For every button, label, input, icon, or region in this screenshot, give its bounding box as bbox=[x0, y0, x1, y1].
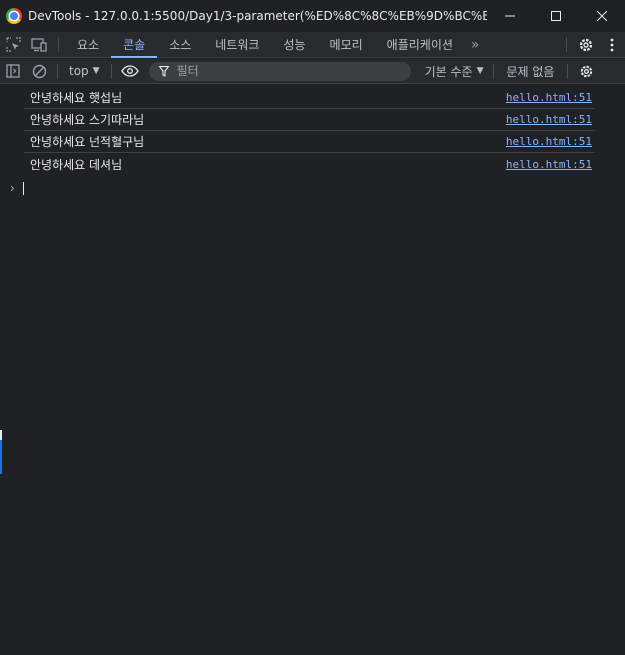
show-sidebar-button[interactable] bbox=[0, 59, 26, 84]
filter-input[interactable] bbox=[176, 64, 397, 78]
source-link[interactable]: hello.html:51 bbox=[506, 158, 595, 171]
filter-icon bbox=[158, 65, 169, 77]
toolbar-divider bbox=[110, 63, 112, 79]
tab-network[interactable]: 네트워크 bbox=[203, 32, 271, 57]
console-message: 안녕하세요 넌적혈구님 hello.html:51 bbox=[24, 131, 595, 153]
console-toolbar: top ▼ 기본 수준 ▼ 문제 없음 bbox=[0, 59, 625, 84]
tab-memory[interactable]: 메모리 bbox=[318, 32, 375, 57]
tab-performance[interactable]: 성능 bbox=[271, 32, 317, 57]
chrome-logo-icon bbox=[6, 8, 22, 24]
sidebar-toggle-icon bbox=[6, 64, 20, 78]
toolbar-divider bbox=[567, 63, 569, 79]
issues-counter[interactable]: 문제 없음 bbox=[499, 63, 563, 80]
log-levels-dropdown[interactable]: 기본 수준 ▼ bbox=[421, 63, 488, 80]
window-controls bbox=[487, 0, 625, 32]
devtools-tab-bar: 요소 콘솔 소스 네트워크 성능 메모리 애플리케이션 » bbox=[0, 32, 625, 58]
block-icon bbox=[32, 64, 46, 78]
console-message: 안녕하세요 데셔님 hello.html:51 bbox=[24, 153, 595, 175]
context-selector[interactable]: top ▼ bbox=[63, 64, 106, 78]
title-bar: DevTools - 127.0.0.1:5500/Day1/3-paramet… bbox=[0, 0, 625, 32]
live-expression-button[interactable] bbox=[117, 59, 143, 84]
console-messages: 안녕하세요 햇섭님 hello.html:51 안녕하세요 스기따라님 hell… bbox=[0, 87, 625, 175]
log-levels-label: 기본 수준 bbox=[424, 64, 473, 79]
device-toolbar-button[interactable] bbox=[26, 32, 52, 57]
double-chevron-right-icon: » bbox=[470, 36, 480, 53]
console-message: 안녕하세요 햇섭님 hello.html:51 bbox=[24, 87, 595, 109]
more-tabs-button[interactable]: » bbox=[465, 32, 486, 57]
eye-icon bbox=[120, 65, 139, 77]
caret-down-icon: ▼ bbox=[92, 66, 100, 76]
settings-button[interactable] bbox=[573, 32, 599, 57]
source-link[interactable]: hello.html:51 bbox=[506, 113, 595, 126]
console-settings-button[interactable] bbox=[573, 59, 599, 84]
message-text: 안녕하세요 햇섭님 bbox=[30, 91, 123, 105]
gear-icon bbox=[580, 65, 593, 77]
close-icon bbox=[597, 11, 607, 21]
gear-icon bbox=[579, 38, 593, 51]
toolbar-divider bbox=[58, 37, 59, 52]
console-message: 안녕하세요 스기따라님 hello.html:51 bbox=[24, 109, 595, 131]
inspect-icon bbox=[5, 37, 21, 52]
inspect-element-button[interactable] bbox=[0, 32, 26, 57]
tab-sources[interactable]: 소스 bbox=[157, 32, 203, 57]
close-button[interactable] bbox=[579, 0, 625, 32]
kebab-menu-icon bbox=[610, 38, 614, 51]
filter-box bbox=[148, 61, 411, 81]
maximize-button[interactable] bbox=[533, 0, 579, 32]
device-toggle-icon bbox=[31, 37, 47, 52]
message-text: 안녕하세요 넌적혈구님 bbox=[30, 135, 145, 149]
caret-down-icon: ▼ bbox=[476, 66, 484, 76]
tab-elements[interactable]: 요소 bbox=[65, 32, 111, 57]
minimize-button[interactable] bbox=[487, 0, 533, 32]
source-link[interactable]: hello.html:51 bbox=[506, 91, 595, 104]
customize-menu-button[interactable] bbox=[599, 32, 625, 57]
toolbar-divider bbox=[57, 63, 58, 79]
tab-console[interactable]: 콘솔 bbox=[111, 32, 158, 58]
maximize-icon bbox=[551, 11, 561, 21]
toolbar-divider bbox=[566, 37, 567, 52]
tab-application[interactable]: 애플리케이션 bbox=[375, 32, 465, 57]
text-caret bbox=[22, 181, 24, 195]
message-text: 안녕하세요 스기따라님 bbox=[30, 113, 145, 127]
clear-console-button[interactable] bbox=[26, 59, 52, 84]
window-title: DevTools - 127.0.0.1:5500/Day1/3-paramet… bbox=[28, 9, 487, 23]
prompt-chevron-icon: › bbox=[10, 181, 15, 195]
minimize-icon bbox=[505, 15, 515, 17]
context-value: top bbox=[69, 64, 89, 78]
message-text: 안녕하세요 데셔님 bbox=[30, 157, 123, 172]
source-link[interactable]: hello.html:51 bbox=[506, 135, 595, 148]
window-edge-marker bbox=[0, 430, 2, 440]
console-prompt[interactable]: › bbox=[10, 181, 24, 195]
toolbar-divider bbox=[492, 63, 494, 79]
